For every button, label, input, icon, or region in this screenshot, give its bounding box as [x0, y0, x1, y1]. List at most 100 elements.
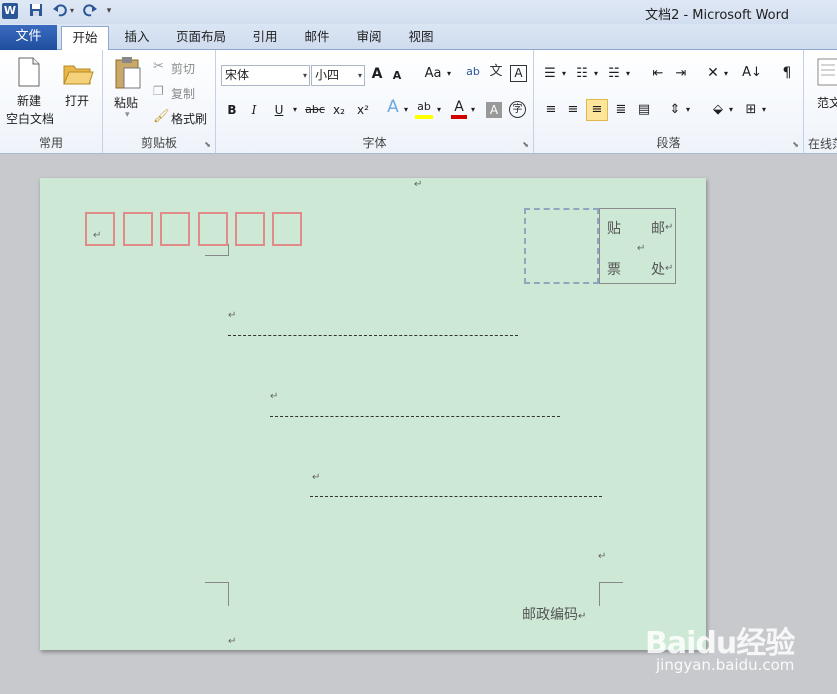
highlight-dropdown-icon[interactable]: ▾ — [435, 101, 443, 119]
paste-icon[interactable] — [113, 56, 143, 90]
tab-file[interactable]: 文件 — [0, 25, 57, 50]
address-line[interactable] — [270, 416, 560, 417]
justify-icon[interactable]: ≣ — [612, 101, 630, 119]
new-blank-label[interactable]: 空白文档 — [6, 110, 54, 127]
underline-dropdown-icon[interactable]: ▾ — [290, 101, 300, 119]
paste-dropdown-icon[interactable]: ▾ — [125, 110, 130, 120]
paragraph-mark: ↵ — [312, 472, 321, 483]
paste-label[interactable]: 粘贴 — [114, 94, 138, 111]
underline-button[interactable]: U — [272, 101, 286, 119]
bold-button[interactable]: B — [224, 101, 240, 119]
clipboard-launcher-icon[interactable]: ⬊ — [204, 140, 211, 149]
word-logo-icon[interactable]: W — [2, 3, 18, 19]
customize-qat-icon[interactable]: ▾ — [104, 3, 114, 19]
bullets-dropdown-icon[interactable]: ▾ — [560, 65, 568, 83]
scissors-icon[interactable]: ✂ — [153, 60, 164, 73]
group-label-common: 常用 — [38, 136, 63, 150]
copy-icon[interactable]: ❐ — [153, 85, 164, 97]
superscript-button[interactable]: x² — [354, 101, 372, 119]
shading-dropdown-icon[interactable]: ▾ — [727, 101, 735, 119]
template-icon[interactable] — [816, 58, 837, 88]
change-case-button[interactable]: Aa — [422, 65, 444, 83]
bullets-icon[interactable]: ☰ — [542, 65, 558, 83]
tab-review[interactable]: 审阅 — [348, 26, 390, 50]
char-shading-button[interactable]: A — [486, 102, 502, 118]
redo-icon[interactable] — [82, 3, 98, 19]
postal-code-label: 邮政编码↵ — [522, 607, 587, 623]
undo-dropdown-icon[interactable]: ▾ — [68, 3, 76, 19]
format-painter-icon[interactable]: 🖌 — [153, 110, 170, 123]
save-icon[interactable] — [28, 3, 44, 19]
templates-label[interactable]: 范文 — [817, 94, 837, 111]
change-case-dropdown-icon[interactable]: ▾ — [444, 65, 454, 83]
chinese-layout-dropdown-icon[interactable]: ▾ — [722, 65, 730, 83]
decrease-indent-icon[interactable]: ⇤ — [649, 65, 667, 83]
title-bar: W ▾ ▾ 文档2 - Microsoft Word — [0, 0, 837, 24]
undo-icon[interactable] — [52, 3, 68, 19]
font-name-select[interactable]: 宋体 ▾ — [221, 65, 310, 86]
chinese-layout-icon[interactable]: ✕ — [704, 64, 722, 82]
paragraph-mark: ↵ — [93, 230, 102, 241]
paragraph-mark: ↵ — [228, 636, 237, 647]
document-page[interactable]: ↵ ↵ 贴 邮 ↵ ↵ 票 处 ↵ ↵ ↵ ↵ ↵ 邮政编码↵ ↵ — [40, 178, 706, 650]
tab-insert[interactable]: 插入 — [114, 26, 160, 50]
corner-mark — [599, 582, 623, 606]
tab-view[interactable]: 视图 — [400, 26, 442, 50]
shading-icon[interactable]: ⬙ — [709, 101, 727, 119]
phonetic-guide-button[interactable]: 文 — [488, 63, 504, 81]
address-line[interactable] — [310, 496, 602, 497]
tab-mailings[interactable]: 邮件 — [296, 26, 338, 50]
new-document-icon[interactable] — [14, 56, 44, 88]
text-effects-button[interactable]: A — [384, 98, 402, 116]
text-effects-dropdown-icon[interactable]: ▾ — [402, 101, 410, 119]
grow-font-button[interactable]: A — [369, 65, 385, 83]
strikethrough-button[interactable]: abc — [304, 101, 326, 119]
corner-mark — [205, 582, 229, 606]
format-painter-label[interactable]: 格式刷 — [171, 110, 207, 127]
show-marks-icon[interactable]: ¶ — [778, 64, 796, 82]
numbering-dropdown-icon[interactable]: ▾ — [592, 65, 600, 83]
multilevel-dropdown-icon[interactable]: ▾ — [624, 65, 632, 83]
font-color-button[interactable]: A — [451, 99, 467, 119]
numbering-icon[interactable]: ☷ — [574, 65, 590, 83]
open-label[interactable]: 打开 — [65, 92, 89, 109]
borders-icon[interactable]: ⊞ — [742, 101, 760, 119]
align-center-icon[interactable]: ≡ — [564, 101, 582, 119]
group-label-online: 在线范 — [808, 137, 837, 151]
window-title: 文档2 - Microsoft Word — [645, 8, 789, 23]
font-launcher-icon[interactable]: ⬊ — [522, 140, 529, 149]
font-size-select[interactable]: 小四 ▾ — [311, 65, 365, 86]
align-left-icon[interactable]: ≡ — [542, 101, 560, 119]
copy-label[interactable]: 复制 — [171, 85, 195, 102]
tab-home[interactable]: 开始 — [61, 26, 109, 51]
open-folder-icon[interactable] — [62, 60, 94, 88]
char-border-icon[interactable]: A — [510, 65, 527, 82]
tab-references[interactable]: 引用 — [244, 26, 286, 50]
ribbon: 新建 空白文档 打开 常用 粘贴 ▾ ✂ 剪切 ❐ 复制 🖌 格式刷 剪贴板 ⬊… — [0, 50, 837, 154]
multilevel-list-icon[interactable]: ☵ — [606, 65, 622, 83]
italic-button[interactable]: I — [247, 101, 261, 119]
borders-dropdown-icon[interactable]: ▾ — [760, 101, 768, 119]
increase-indent-icon[interactable]: ⇥ — [672, 65, 690, 83]
zip-code-box — [272, 212, 302, 246]
distributed-icon[interactable]: ▤ — [635, 101, 653, 119]
line-spacing-icon[interactable]: ⇕ — [666, 101, 684, 119]
group-font: 宋体 ▾ 小四 ▾ A A Aa ▾ ab 文 A B I U ▾ abc x₂ x… — [216, 50, 534, 153]
cut-label[interactable]: 剪切 — [171, 60, 195, 77]
tab-page-layout[interactable]: 页面布局 — [168, 26, 234, 50]
highlight-button[interactable]: ab — [415, 99, 433, 119]
new-label[interactable]: 新建 — [17, 92, 41, 109]
paragraph-launcher-icon[interactable]: ⬊ — [792, 140, 799, 149]
address-line[interactable] — [228, 335, 518, 336]
shrink-font-button[interactable]: A — [390, 67, 404, 85]
align-right-icon[interactable]: ≡ — [586, 99, 608, 121]
paragraph-mark: ↵ — [637, 243, 646, 254]
font-color-dropdown-icon[interactable]: ▾ — [469, 101, 477, 119]
line-spacing-dropdown-icon[interactable]: ▾ — [684, 101, 692, 119]
stamp-char: 处 — [651, 262, 665, 278]
zip-code-box — [160, 212, 190, 246]
sort-icon[interactable]: A↓ — [742, 64, 762, 82]
subscript-button[interactable]: x₂ — [330, 101, 348, 119]
clear-format-icon[interactable]: ab — [464, 63, 482, 81]
enclose-char-button[interactable]: 字 — [509, 101, 526, 118]
